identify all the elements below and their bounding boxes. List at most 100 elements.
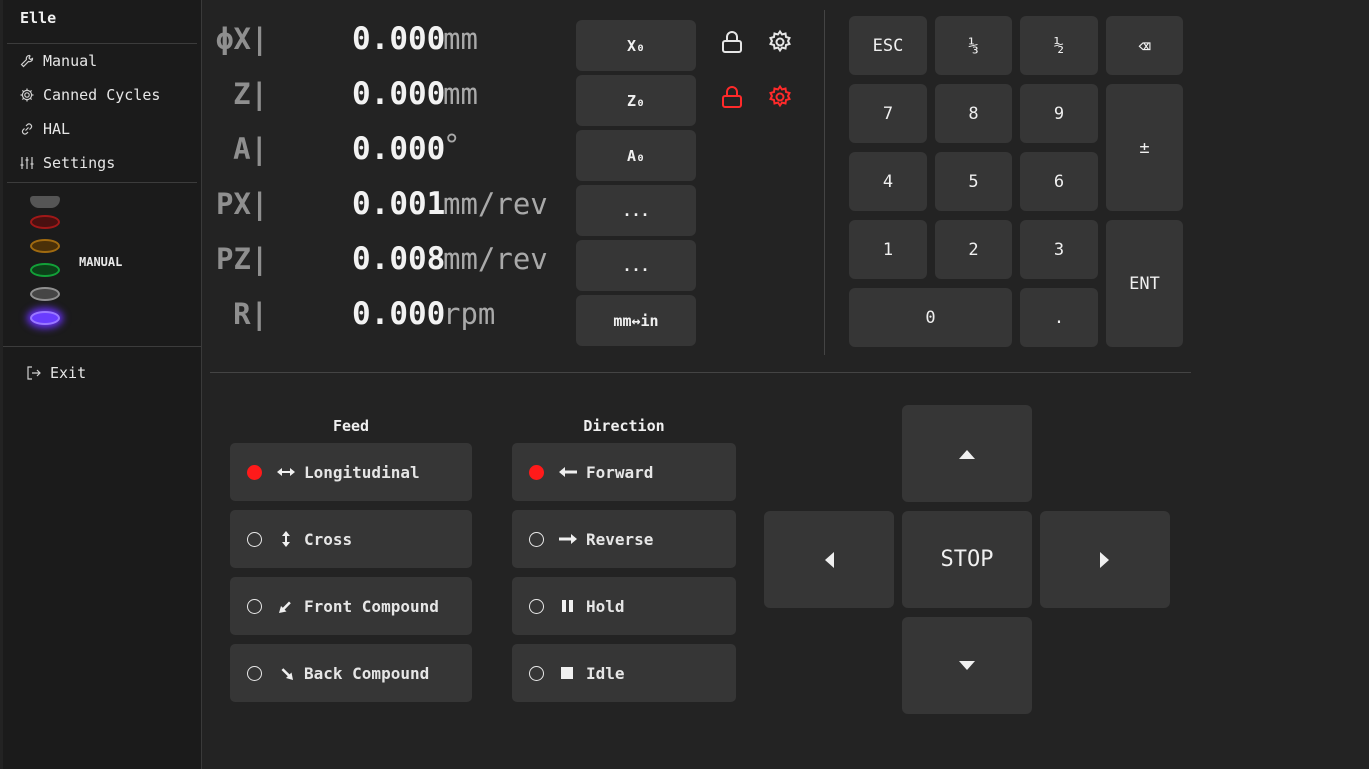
axis-value-x: 0.000: [352, 21, 446, 57]
feed-front-compound[interactable]: Front Compound: [230, 577, 472, 635]
status-led-red: [30, 215, 60, 229]
sidebar-item-label: HAL: [43, 120, 71, 138]
key-6[interactable]: 6: [1020, 152, 1098, 211]
app-title: Elle: [20, 9, 57, 27]
units-toggle-button[interactable]: mm↔in: [576, 295, 696, 346]
feed-option-label: Front Compound: [304, 596, 439, 616]
direction-forward[interactable]: Forward: [512, 443, 736, 501]
key-one-half[interactable]: ½: [1020, 16, 1098, 75]
zero-z-button[interactable]: Z₀: [576, 75, 696, 126]
sidebar-divider: [7, 43, 197, 44]
vertical-arrows-icon: [282, 531, 290, 547]
sidebar: Elle Manual Canned Cycles HAL Settings M…: [3, 0, 202, 769]
feed-option-label: Back Compound: [304, 663, 430, 683]
lock-icon[interactable]: [719, 84, 745, 110]
key-plus-minus[interactable]: ±: [1106, 84, 1183, 211]
axis-unit-px: mm/rev: [443, 187, 548, 221]
jog-down-button[interactable]: [902, 617, 1032, 714]
radio-empty-icon: [529, 531, 544, 547]
pz-more-button[interactable]: ...: [576, 240, 696, 291]
exit-button[interactable]: Exit: [26, 361, 206, 385]
feed-title: Feed: [332, 417, 370, 435]
status-led-off: [30, 196, 60, 208]
stop-button[interactable]: STOP: [902, 511, 1032, 608]
jog-up-button[interactable]: [902, 405, 1032, 502]
axis-label-x: ϕX|: [216, 22, 269, 56]
axis-value-a: 0.000: [352, 131, 446, 167]
sliders-icon: [20, 157, 34, 169]
triangle-left-icon: [825, 551, 834, 568]
axis-value-z: 0.000: [352, 76, 446, 112]
key-esc[interactable]: ESC: [849, 16, 927, 75]
jog-right-button[interactable]: [1040, 511, 1170, 608]
sidebar-divider: [7, 182, 197, 183]
zero-a-button[interactable]: A₀: [576, 130, 696, 181]
axis-unit-r: rpm: [443, 297, 496, 331]
radio-empty-icon: [529, 598, 544, 614]
direction-option-label: Idle: [586, 663, 625, 683]
key-0[interactable]: 0: [849, 288, 1012, 347]
feed-back-compound[interactable]: Back Compound: [230, 644, 472, 702]
status-led-green: [30, 263, 60, 277]
triangle-up-icon: [959, 449, 975, 459]
key-4[interactable]: 4: [849, 152, 927, 211]
jog-left-button[interactable]: [764, 511, 894, 608]
sidebar-item-settings[interactable]: Settings: [19, 151, 199, 175]
pause-icon: [562, 600, 573, 612]
direction-hold[interactable]: Hold: [512, 577, 736, 635]
zero-x-button[interactable]: X₀: [576, 20, 696, 71]
key-9[interactable]: 9: [1020, 84, 1098, 143]
key-1[interactable]: 1: [849, 220, 927, 279]
feed-longitudinal[interactable]: Longitudinal: [230, 443, 472, 501]
direction-title: Direction: [583, 417, 665, 435]
diagonal-arrow-icon: [279, 601, 291, 613]
radio-selected-icon: [247, 464, 262, 480]
sidebar-item-canned-cycles[interactable]: Canned Cycles: [19, 83, 199, 107]
mode-label: MANUAL: [79, 255, 123, 269]
axis-value-px: 0.001: [352, 186, 446, 222]
key-8[interactable]: 8: [935, 84, 1012, 143]
key-enter[interactable]: ENT: [1106, 220, 1183, 347]
direction-option-label: Hold: [586, 596, 625, 616]
key-backspace[interactable]: ⌫: [1106, 16, 1183, 75]
axis-unit-x: mm: [443, 22, 478, 56]
key-7[interactable]: 7: [849, 84, 927, 143]
axis-label-r: R|: [233, 297, 268, 331]
direction-option-label: Forward: [586, 462, 654, 482]
status-led-purple: [30, 311, 60, 325]
axis-label-pz: PZ|: [216, 242, 269, 276]
triangle-right-icon: [1100, 551, 1109, 568]
link-icon: [21, 123, 33, 135]
direction-idle[interactable]: Idle: [512, 644, 736, 702]
radio-empty-icon: [247, 598, 262, 614]
exit-label: Exit: [50, 364, 87, 382]
gear-icon[interactable]: [767, 29, 793, 55]
sidebar-item-label: Manual: [43, 52, 98, 70]
key-3[interactable]: 3: [1020, 220, 1098, 279]
right-arrow-icon: [559, 534, 577, 544]
feed-option-label: Longitudinal: [304, 462, 420, 482]
diagonal-arrow-icon: [281, 668, 293, 680]
sidebar-item-label: Settings: [43, 154, 116, 172]
axis-unit-z: mm: [443, 77, 478, 111]
key-one-third[interactable]: ⅓: [935, 16, 1012, 75]
status-led-amber: [30, 239, 60, 253]
left-arrow-icon: [559, 467, 577, 477]
lock-icon[interactable]: [719, 29, 745, 55]
feed-cross[interactable]: Cross: [230, 510, 472, 568]
radio-selected-icon: [529, 464, 544, 480]
gear-icon[interactable]: [767, 84, 793, 110]
key-5[interactable]: 5: [935, 152, 1012, 211]
px-more-button[interactable]: ...: [576, 185, 696, 236]
wrench-icon: [20, 54, 34, 68]
axis-label-z: Z|: [233, 77, 268, 111]
sidebar-item-hal[interactable]: HAL: [19, 117, 199, 141]
axis-label-px: PX|: [216, 187, 269, 221]
direction-reverse[interactable]: Reverse: [512, 510, 736, 568]
radio-empty-icon: [247, 531, 262, 547]
radio-empty-icon: [529, 665, 544, 681]
key-2[interactable]: 2: [935, 220, 1012, 279]
horizontal-divider: [210, 372, 1191, 373]
key-dot[interactable]: .: [1020, 288, 1098, 347]
sidebar-item-manual[interactable]: Manual: [19, 49, 199, 73]
